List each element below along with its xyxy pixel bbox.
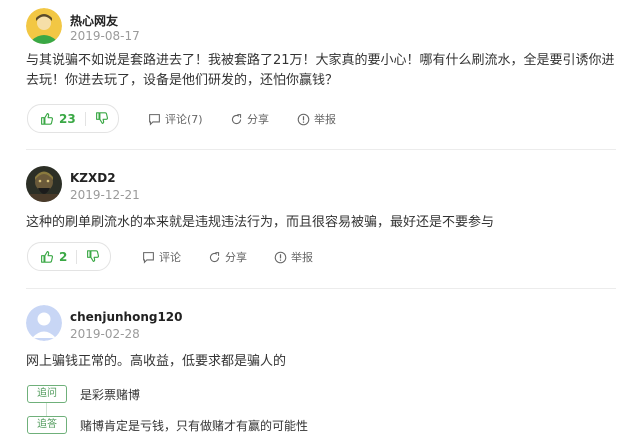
- username[interactable]: KZXD2: [70, 171, 116, 185]
- username[interactable]: 热心网友: [70, 12, 118, 29]
- vote-divider: [76, 249, 78, 264]
- share-button[interactable]: 分享: [230, 111, 269, 127]
- share-label: 分享: [225, 251, 247, 264]
- qa-connector: [46, 403, 47, 417]
- thumb-down-icon: [95, 112, 108, 124]
- comment-icon: [149, 113, 160, 126]
- avatar[interactable]: [26, 8, 62, 44]
- vote-count: 23: [59, 111, 76, 126]
- avatar[interactable]: [26, 166, 62, 202]
- avatar-default-yellow: [26, 8, 62, 44]
- follow-up-question-tag: 追问: [27, 385, 67, 403]
- vote-count: 2: [59, 249, 68, 264]
- follow-up-answer-tag: 追答: [27, 416, 67, 434]
- upvote-button[interactable]: 23: [28, 112, 76, 126]
- share-icon: [209, 251, 220, 262]
- report-label: 举报: [291, 251, 313, 264]
- report-icon: [274, 251, 287, 263]
- share-label: 分享: [247, 113, 269, 126]
- share-icon: [231, 113, 242, 124]
- answer-item: 热心网友 2019-08-17 与其说骗不如说是套路进去了！我被套路了21万！大…: [0, 0, 636, 150]
- downvote-button[interactable]: [86, 250, 100, 263]
- comment-button[interactable]: 评论: [142, 249, 181, 265]
- answer-content: 与其说骗不如说是套路进去了！我被套路了21万！大家真的要小心！哪有什么刷流水，全…: [26, 53, 615, 88]
- upvote-button[interactable]: 2: [28, 250, 67, 264]
- share-button[interactable]: 分享: [208, 249, 247, 265]
- report-button[interactable]: 举报: [274, 249, 313, 265]
- comment-icon: [143, 251, 154, 264]
- comment-label: 评论(7): [165, 113, 203, 126]
- avatar[interactable]: [26, 305, 62, 341]
- answer-item: KZXD2 2019-12-21 这种的刷单刷流水的本来就是违规违法行为，而且很…: [0, 150, 636, 289]
- post-date: 2019-02-28: [70, 327, 140, 341]
- follow-up-question: 是彩票赌博: [80, 388, 141, 402]
- comment-button[interactable]: 评论(7): [148, 111, 203, 127]
- answer-item: chenjunhong120 2019-02-28 网上骗钱正常的。高收益，低要…: [0, 289, 636, 436]
- report-label: 举报: [314, 113, 336, 126]
- thumb-up-icon: [41, 251, 53, 263]
- avatar-default-blue: [26, 305, 62, 341]
- vote-divider: [84, 111, 86, 126]
- avatar-photo: [26, 166, 62, 202]
- vote-box: 23: [27, 104, 119, 133]
- thumb-down-icon: [87, 250, 100, 262]
- follow-up-answer: 赌博肯定是亏钱，只有做赌才有赢的可能性: [80, 419, 309, 433]
- post-date: 2019-12-21: [70, 188, 140, 202]
- vote-box: 2: [27, 242, 111, 271]
- username[interactable]: chenjunhong120: [70, 310, 183, 324]
- thumb-up-icon: [41, 113, 53, 125]
- report-icon: [297, 113, 310, 125]
- answer-content: 网上骗钱正常的。高收益，低要求都是骗人的: [26, 354, 287, 369]
- answer-content: 这种的刷单刷流水的本来就是违规违法行为，而且很容易被骗，最好还是不要参与: [26, 215, 495, 230]
- report-button[interactable]: 举报: [297, 111, 336, 127]
- post-date: 2019-08-17: [70, 29, 140, 43]
- downvote-button[interactable]: [95, 112, 108, 125]
- comment-label: 评论: [159, 251, 181, 264]
